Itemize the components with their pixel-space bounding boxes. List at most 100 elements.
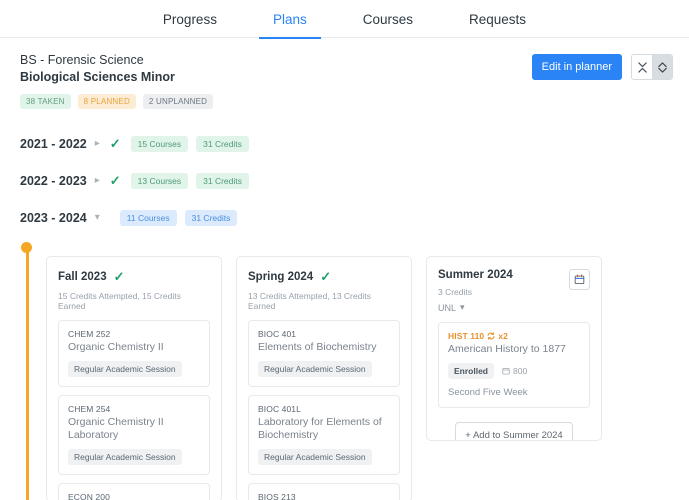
chevron-down-icon[interactable]: ▾ [95,212,100,223]
check-icon: ✓ [109,172,121,188]
course-name: Laboratory for Elements of Biochemistry [258,416,382,441]
term-header: Fall 2023 ✓ [58,269,210,285]
tab-courses[interactable]: Courses [361,12,415,38]
course-meta: Regular Academic Session [68,361,200,377]
course-name: American History to 1877 [448,343,566,355]
check-icon: ✓ [320,269,332,284]
term-credits-summary: 15 Credits Attempted, 15 Credits Earned [58,291,181,311]
degree-title-block: BS - Forensic Science Biological Science… [20,52,213,86]
plan-header: BS - Forensic Science Biological Science… [0,38,689,109]
term-header: Spring 2024 ✓ [248,269,400,285]
status-badge-planned: 8 PLANNED [77,94,136,109]
course-card-chem-254[interactable]: CHEM 254 Organic Chemistry II Laboratory… [58,395,210,475]
course-meta: Regular Academic Session [258,361,390,377]
course-card-bioc-401l[interactable]: BIOC 401L Laboratory for Elements of Bio… [248,395,400,475]
term-title-label: Summer 2024 [438,269,513,281]
year-row-2022-2023[interactable]: 2022 - 2023 ▸ ✓ 13 Courses 31 Credits [20,162,689,199]
tab-requests[interactable]: Requests [467,12,528,38]
course-code: BIOC 401 [258,329,297,339]
campus-label: UNL [438,302,457,313]
year-label: 2021 - 2022 [20,136,87,151]
term-title-spring-2024: Spring 2024 ✓ [248,269,333,285]
section-number: 800 [513,366,528,376]
degree-name: BS - Forensic Science [20,53,144,67]
enrollment-status-badge: Enrolled [448,363,495,379]
course-card-bios-213[interactable]: BIOS 213 Human Physiology Regular Academ… [248,483,400,500]
chevron-down-icon: ▾ [460,302,465,312]
term-calendar-button[interactable] [569,269,590,290]
session-tag: Regular Academic Session [68,361,182,377]
term-card-fall-2023: Fall 2023 ✓ 15 Credits Attempted, 15 Cre… [46,256,222,500]
minor-name: Biological Sciences Minor [20,70,175,84]
course-card-hist-110[interactable]: HIST 110 x2 American History to 1877 Enr… [438,322,590,408]
course-code-row: HIST 110 x2 [448,331,580,341]
year-badge-credits: 31 Credits [196,135,249,152]
main-tab-bar: Progress Plans Courses Requests [0,0,689,39]
tab-progress[interactable]: Progress [161,12,219,38]
course-meta: Regular Academic Session [258,449,390,465]
section-info: 800 [502,366,527,376]
chevron-right-icon[interactable]: ▸ [95,175,100,186]
course-code: ECON 200 [68,492,110,500]
add-to-summer-2024-button[interactable]: + Add to Summer 2024 [455,422,573,440]
term-credits-summary: 3 Credits [438,287,473,297]
session-tag: Regular Academic Session [258,449,372,465]
chevron-right-icon[interactable]: ▸ [95,138,100,149]
course-meta: Enrolled 800 [448,363,580,379]
course-list: CHEM 252 Organic Chemistry II Regular Ac… [58,320,210,500]
term-columns: Fall 2023 ✓ 15 Credits Attempted, 15 Cre… [46,256,689,500]
course-code: BIOC 401L [258,404,301,414]
term-header: Summer 2024 3 Credits UNL ▾ [438,269,590,313]
term-credits-summary: 13 Credits Attempted, 13 Credits Earned [248,291,371,311]
course-card-econ-200[interactable]: ECON 200 Economic Essentials and Issues … [58,483,210,500]
tab-plans[interactable]: Plans [259,12,321,39]
year-badge-credits: 31 Credits [196,172,249,189]
repeat-count: x2 [498,331,508,341]
plan-header-left: BS - Forensic Science Biological Science… [20,52,214,109]
session-tag: Regular Academic Session [68,449,182,465]
year-label: 2023 - 2024 [20,210,87,225]
check-icon: ✓ [113,269,125,284]
expand-all-button[interactable] [652,55,672,79]
session-length: Second Five Week [448,387,528,398]
term-board: Fall 2023 ✓ 15 Credits Attempted, 15 Cre… [0,242,689,500]
term-title-label: Spring 2024 [248,271,314,283]
year-badge-courses: 13 Courses [130,172,189,189]
session-tag: Regular Academic Session [258,361,372,377]
year-badge-credits: 31 Credits [184,209,238,226]
course-name: Organic Chemistry II [68,341,164,353]
calendar-small-icon [502,367,510,375]
expand-collapse-toggle-group [631,54,673,80]
term-card-spring-2024: Spring 2024 ✓ 13 Credits Attempted, 13 C… [236,256,412,500]
year-badge-courses: 11 Courses [119,209,177,226]
course-code: CHEM 252 [68,329,111,339]
course-code: CHEM 254 [68,404,111,414]
course-name: Organic Chemistry II Laboratory [68,416,164,441]
collapse-all-button[interactable] [632,55,652,79]
status-chip-group: 38 TAKEN 8 PLANNED 2 UNPLANNED [20,94,214,109]
course-card-bioc-401[interactable]: BIOC 401 Elements of Biochemistry Regula… [248,320,400,387]
course-list: BIOC 401 Elements of Biochemistry Regula… [248,320,400,500]
term-card-summer-2024: Summer 2024 3 Credits UNL ▾ HIST 110 x2 … [426,256,602,441]
year-row-2021-2022[interactable]: 2021 - 2022 ▸ ✓ 15 Courses 31 Credits [20,125,689,162]
year-label: 2022 - 2023 [20,173,87,188]
course-code: BIOS 213 [258,492,296,500]
expand-vertical-icon [657,61,668,73]
calendar-icon [574,274,585,285]
year-row-2023-2024[interactable]: 2023 - 2024 ▾ 11 Courses 31 Credits [20,199,689,236]
term-title-fall-2023: Fall 2023 ✓ [58,269,127,285]
edit-in-planner-button[interactable]: Edit in planner [531,54,622,80]
status-badge-unplanned: 2 UNPLANNED [142,94,214,109]
term-title-summer-2024: Summer 2024 [438,269,513,281]
term-title-label: Fall 2023 [58,271,107,283]
course-name: Elements of Biochemistry [258,341,377,353]
course-card-chem-252[interactable]: CHEM 252 Organic Chemistry II Regular Ac… [58,320,210,387]
timeline-line [26,246,29,500]
course-list: HIST 110 x2 American History to 1877 Enr… [438,322,590,408]
term-header-text: Summer 2024 3 Credits UNL ▾ [438,269,513,313]
campus-selector[interactable]: UNL ▾ [438,302,513,313]
check-icon: ✓ [109,135,121,151]
status-badge-taken: 38 TAKEN [20,94,71,109]
repeat-icon [487,332,495,340]
year-badge-courses: 15 Courses [130,135,189,152]
